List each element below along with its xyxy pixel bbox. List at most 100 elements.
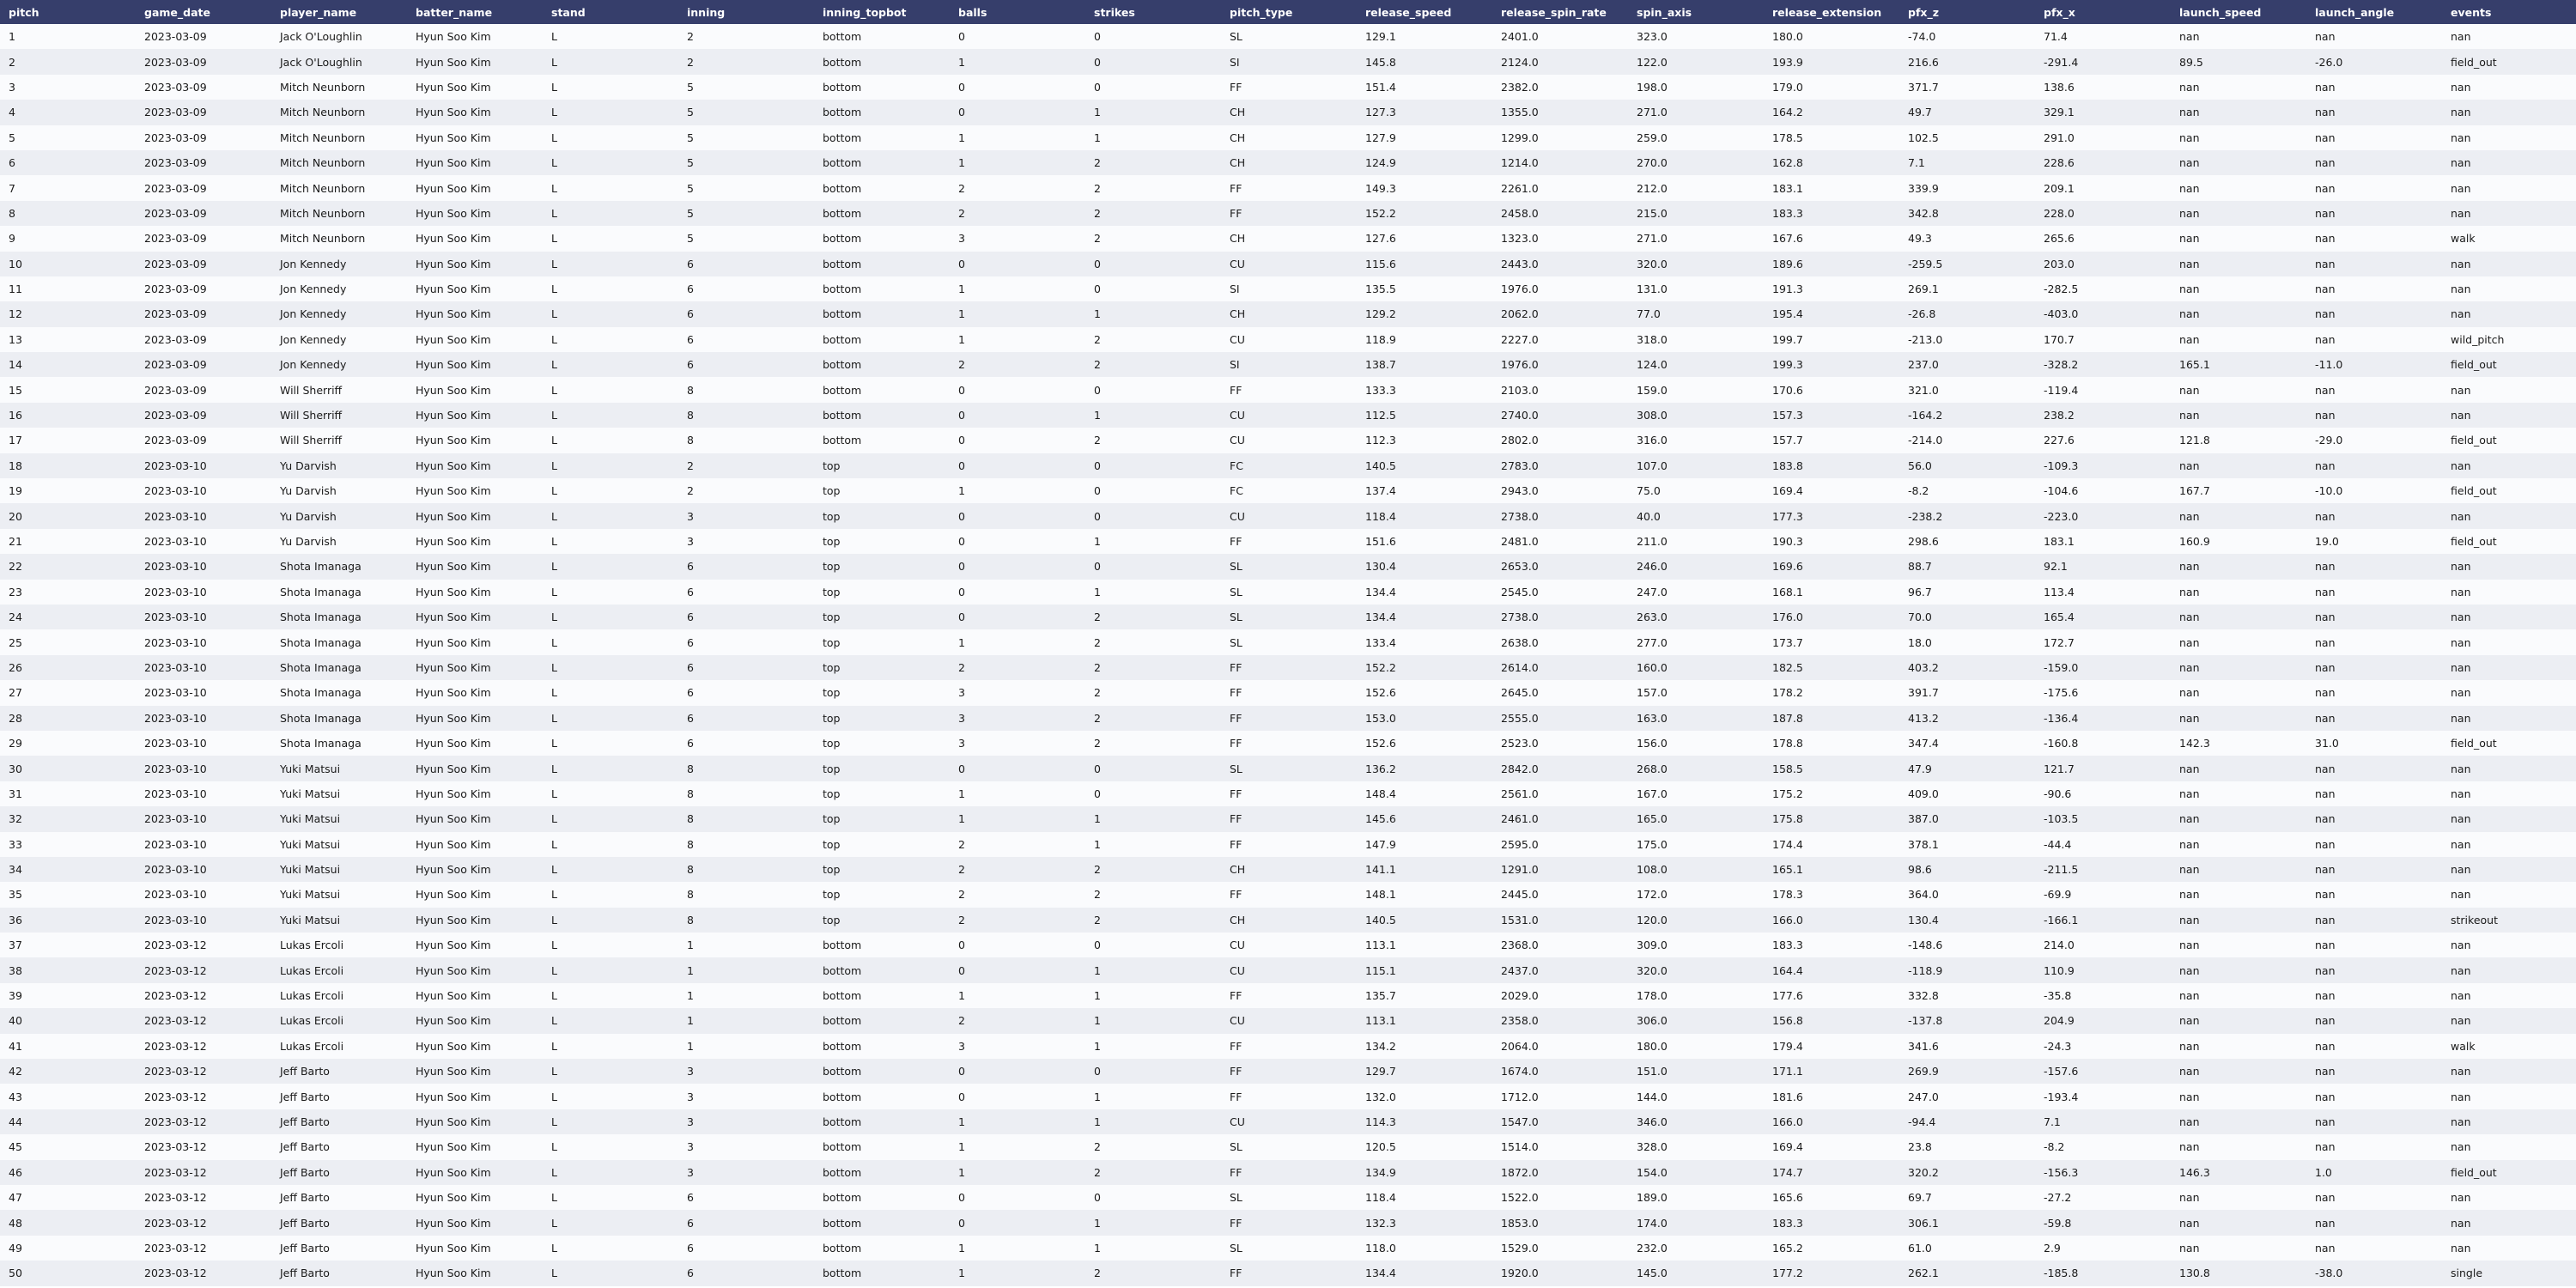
cell-inning-topbot: bottom	[823, 283, 862, 296]
cell-release-extension: 189.6	[1772, 257, 1803, 270]
cell-release-extension: 164.4	[1772, 963, 1803, 977]
cell-launch-speed: nan	[2179, 1241, 2200, 1255]
cell-release-speed: 145.8	[1365, 55, 1396, 69]
cell-pfx-z: 130.4	[1908, 913, 1939, 927]
cell-stand: L	[551, 383, 557, 397]
cell-pitch-type: FF	[1230, 1267, 1242, 1280]
cell-pfx-z: -137.8	[1908, 1014, 1943, 1028]
cell-inning: 1	[687, 1014, 694, 1028]
cell-release-extension: 179.4	[1772, 1039, 1803, 1053]
cell-launch-angle: nan	[2315, 106, 2336, 119]
cell-stand: L	[551, 913, 557, 927]
cell-inning: 6	[687, 257, 694, 270]
cell-inning: 5	[687, 156, 694, 170]
cell-release-speed: 112.3	[1365, 434, 1396, 447]
cell-pfx-z: -213.0	[1908, 332, 1943, 346]
cell-pitch: 3	[9, 80, 15, 94]
cell-pitch-type: FF	[1230, 181, 1242, 195]
cell-inning: 5	[687, 131, 694, 144]
cell-release-spin-rate: 2555.0	[1501, 711, 1539, 725]
cell-batter-name: Hyun Soo Kim	[416, 1216, 491, 1230]
cell-inning: 8	[687, 434, 694, 447]
cell-batter-name: Hyun Soo Kim	[416, 55, 491, 69]
cell-pitch-type: CU	[1230, 257, 1245, 270]
cell-release-speed: 127.9	[1365, 131, 1396, 144]
cell-pitch-type: FF	[1230, 837, 1242, 851]
cell-pfx-x: 238.2	[2044, 409, 2075, 422]
cell-release-spin-rate: 1299.0	[1501, 131, 1539, 144]
cell-strikes: 2	[1094, 232, 1101, 246]
cell-spin-axis: 212.0	[1637, 181, 1668, 195]
cell-player-name: Jeff Barto	[280, 1241, 330, 1255]
cell-pitch-type: CH	[1230, 106, 1246, 119]
cell-inning-topbot: bottom	[823, 1090, 862, 1103]
cell-spin-axis: 151.0	[1637, 1065, 1668, 1078]
cell-batter-name: Hyun Soo Kim	[416, 560, 491, 574]
cell-strikes: 0	[1094, 55, 1101, 69]
cell-game-date: 2023-03-09	[144, 131, 207, 144]
cell-release-extension: 158.5	[1772, 762, 1803, 775]
cell-release-speed: 113.1	[1365, 939, 1396, 952]
cell-events: nan	[2451, 837, 2471, 851]
cell-pfx-x: -136.4	[2044, 711, 2079, 725]
cell-pitch: 2	[9, 55, 15, 69]
cell-events: nan	[2451, 888, 2471, 902]
cell-inning: 6	[687, 585, 694, 598]
cell-strikes: 1	[1094, 1090, 1101, 1103]
cell-player-name: Yuki Matsui	[280, 812, 341, 826]
cell-strikes: 1	[1094, 1216, 1101, 1230]
cell-release-extension: 157.7	[1772, 434, 1803, 447]
cell-pfx-z: 320.2	[1908, 1165, 1939, 1179]
cell-batter-name: Hyun Soo Kim	[416, 863, 491, 877]
cell-release-extension: 190.3	[1772, 535, 1803, 548]
cell-launch-speed: 130.8	[2179, 1267, 2210, 1280]
cell-release-spin-rate: 1323.0	[1501, 232, 1539, 246]
cell-release-speed: 133.4	[1365, 635, 1396, 649]
cell-launch-angle: nan	[2315, 913, 2336, 927]
cell-spin-axis: 107.0	[1637, 459, 1668, 472]
cell-game-date: 2023-03-12	[144, 1241, 207, 1255]
cell-release-speed: 152.2	[1365, 660, 1396, 674]
cell-release-spin-rate: 2124.0	[1501, 55, 1539, 69]
cell-balls: 0	[958, 30, 965, 44]
cell-spin-axis: 259.0	[1637, 131, 1668, 144]
cell-pitch-type: SL	[1230, 30, 1242, 44]
cell-inning-topbot: bottom	[823, 1039, 862, 1053]
cell-pitch: 32	[9, 812, 22, 826]
cell-launch-angle: -29.0	[2315, 434, 2343, 447]
cell-batter-name: Hyun Soo Kim	[416, 711, 491, 725]
cell-batter-name: Hyun Soo Kim	[416, 283, 491, 296]
cell-events: nan	[2451, 711, 2471, 725]
cell-spin-axis: 306.0	[1637, 1014, 1668, 1028]
cell-batter-name: Hyun Soo Kim	[416, 307, 491, 321]
cell-release-spin-rate: 2653.0	[1501, 560, 1539, 574]
cell-release-extension: 169.4	[1772, 484, 1803, 498]
cell-launch-angle: nan	[2315, 257, 2336, 270]
cell-stand: L	[551, 459, 557, 472]
cell-game-date: 2023-03-09	[144, 257, 207, 270]
cell-release-speed: 137.4	[1365, 484, 1396, 498]
cell-strikes: 2	[1094, 332, 1101, 346]
cell-pfx-x: -291.4	[2044, 55, 2079, 69]
cell-inning: 3	[687, 1115, 694, 1128]
table-row: 27 2023-03-10 Shota Imanaga Hyun Soo Kim L 6 t…	[0, 680, 2576, 706]
column-header-inning-topbot: inning_topbot	[823, 5, 907, 19]
cell-launch-angle: nan	[2315, 686, 2336, 700]
cell-pitch: 49	[9, 1241, 22, 1255]
cell-launch-speed: nan	[2179, 459, 2200, 472]
cell-game-date: 2023-03-10	[144, 535, 207, 548]
cell-events: wild_pitch	[2451, 332, 2505, 346]
cell-pfx-z: -238.2	[1908, 509, 1943, 523]
cell-player-name: Shota Imanaga	[280, 737, 361, 750]
cell-player-name: Yu Darvish	[280, 484, 337, 498]
cell-stand: L	[551, 232, 557, 246]
cell-pfx-x: -59.8	[2044, 1216, 2072, 1230]
cell-batter-name: Hyun Soo Kim	[416, 963, 491, 977]
cell-launch-speed: 165.1	[2179, 358, 2210, 372]
cell-batter-name: Hyun Soo Kim	[416, 1039, 491, 1053]
cell-stand: L	[551, 1065, 557, 1078]
cell-release-spin-rate: 2783.0	[1501, 459, 1539, 472]
cell-launch-speed: nan	[2179, 1039, 2200, 1053]
cell-pfx-x: -175.6	[2044, 686, 2079, 700]
cell-launch-angle: nan	[2315, 762, 2336, 775]
